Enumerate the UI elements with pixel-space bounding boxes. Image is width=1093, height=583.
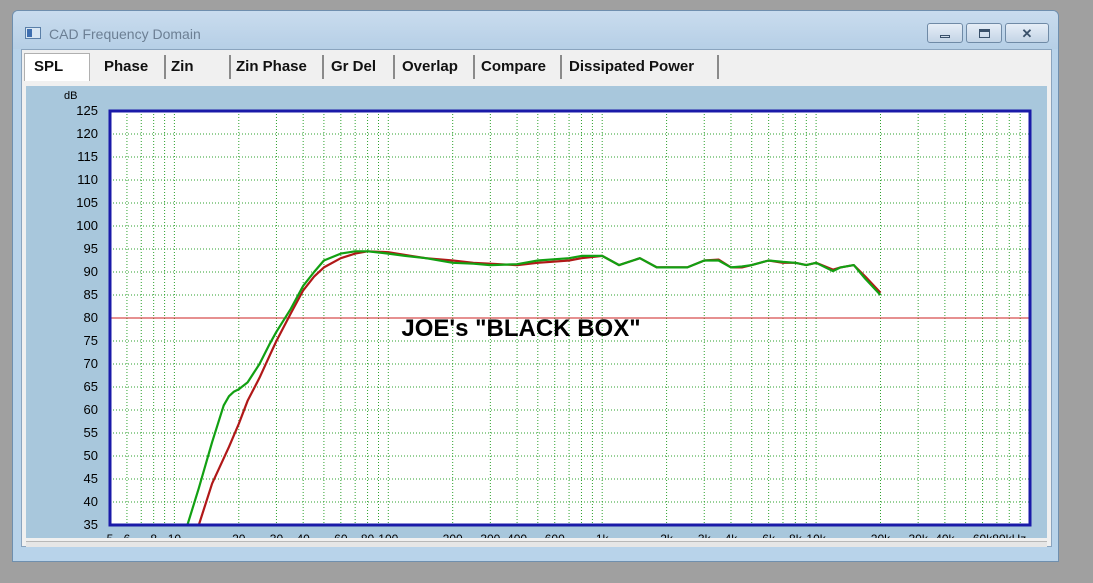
close-button[interactable]: ✕ [1005,23,1049,43]
x-tick-label: 300 [480,532,500,538]
y-axis-label: dB [64,90,77,102]
x-tick-label: 2k [660,532,674,538]
window-title: CAD Frequency Domain [49,26,201,42]
tab-strip: SPL Phase Zin Zin Phase Gr Del Overlap C… [22,53,1051,81]
x-tick-label: 1k [596,532,610,538]
x-tick-label: 20 [232,532,246,538]
y-tick-label: 55 [84,425,98,440]
close-icon: ✕ [1021,25,1033,41]
minimize-button[interactable] [927,23,963,43]
plot-panel: 35 40 45 50 55 60 65 70 75 80 85 90 95 100 105 110 115 12… [26,86,1047,546]
x-tick-label: 60 [334,532,348,538]
x-tick-label: 5 [107,532,114,538]
x-tick-label: 100 [378,532,398,538]
x-tick-label: 8 [150,532,157,538]
x-tick-label: 3k [698,532,712,538]
minimize-icon [940,34,950,38]
tab-zin-phase[interactable]: Zin Phase [230,55,324,79]
tab-zin[interactable]: Zin [165,55,231,79]
tab-spl[interactable]: SPL [24,53,90,81]
x-tick-label: 80kHz [992,532,1026,538]
client-area: SPL Phase Zin Zin Phase Gr Del Overlap C… [21,49,1052,547]
x-tick-label: 10k [806,532,826,538]
x-tick-label: 6k [762,532,776,538]
tab-gr-del[interactable]: Gr Del [325,55,395,79]
title-bar[interactable]: CAD Frequency Domain ✕ [13,11,1058,49]
y-tick-label: 40 [84,494,98,509]
x-tick-label: 30 [270,532,284,538]
y-tick-label: 125 [76,103,98,118]
tab-phase[interactable]: Phase [98,55,166,79]
x-tick-label: 6 [124,532,131,538]
y-tick-label: 70 [84,356,98,371]
y-tick-label: 105 [76,195,98,210]
x-tick-label: 20k [871,532,891,538]
app-window-icon [25,27,41,39]
y-tick-label: 85 [84,287,98,302]
y-tick-label: 65 [84,379,98,394]
maximize-icon [978,28,990,38]
y-tick-label: 100 [76,218,98,233]
x-tick-label: 4k [725,532,739,538]
horizontal-scrollbar[interactable] [26,541,1047,547]
x-tick-label: 40k [935,532,955,538]
x-tick-label: 40 [296,532,310,538]
tab-compare[interactable]: Compare [475,55,562,79]
x-tick-label: 80 [361,532,375,538]
x-tick-label: 600 [545,532,565,538]
y-tick-label: 45 [84,471,98,486]
y-tick-label: 115 [77,149,98,164]
y-tick-label: 75 [84,333,98,348]
tab-overlap[interactable]: Overlap [396,55,475,79]
x-tick-label: 200 [443,532,463,538]
y-tick-label: 50 [84,448,98,463]
tab-dissipated-power[interactable]: Dissipated Power [563,55,719,79]
chart-title: JOE's "BLACK BOX" [401,315,640,342]
x-tick-label: 30k [908,532,928,538]
y-tick-label: 90 [84,264,98,279]
y-tick-label: 120 [76,126,98,141]
y-tick-label: 60 [84,402,98,417]
y-tick-label: 95 [84,241,98,256]
cad-frequency-domain-window: CAD Frequency Domain ✕ SPL Phase Zin Zin… [12,10,1059,562]
y-tick-label: 80 [84,310,98,325]
y-tick-label: 35 [84,517,98,532]
maximize-button[interactable] [966,23,1002,43]
x-tick-label: 400 [507,532,527,538]
x-tick-label: 10 [168,532,182,538]
spl-chart: 3540455055606570758085909510010511011512… [64,90,1032,546]
x-tick-label: 8k [789,532,803,538]
x-tick-label: 60k [973,532,993,538]
y-tick-label: 110 [77,172,98,187]
